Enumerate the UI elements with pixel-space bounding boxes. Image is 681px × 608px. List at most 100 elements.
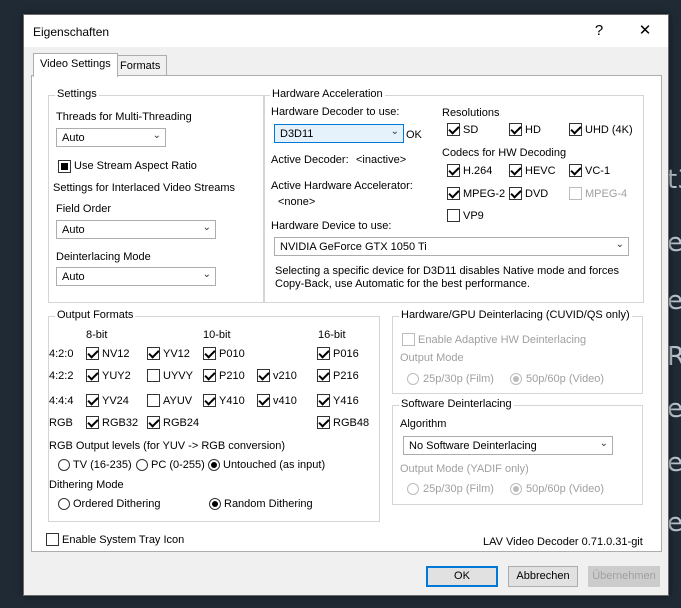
res-uhd-checkbox[interactable] (569, 123, 582, 136)
deint-mode-dropdown[interactable]: Auto ⌄ (56, 267, 216, 286)
codec-mpeg4-checkbox[interactable] (569, 187, 582, 200)
window-title: Eigenschaften (33, 25, 110, 39)
res-sd-checkbox[interactable] (447, 123, 460, 136)
rgb-levels-label: RGB Output levels (for YUV -> RGB conver… (49, 440, 286, 452)
tray-icon-checkbox[interactable] (46, 533, 59, 546)
hw-deint-enable-label: Enable Adaptive HW Deinterlacing (418, 334, 587, 346)
fmt-yuy2-checkbox[interactable] (86, 369, 99, 382)
sw-deint-video-radio[interactable] (510, 483, 522, 495)
hw-deint-video-label: 50p/60p (Video) (526, 373, 605, 385)
col-10bit: 10-bit (203, 329, 231, 341)
background-text: e (667, 228, 681, 258)
hw-deint-title: Hardware/GPU Deinterlacing (CUVID/QS onl… (399, 309, 632, 321)
fmt-yv12-checkbox[interactable] (147, 347, 160, 360)
background-text: e (667, 448, 681, 478)
fmt-nv12-label: NV12 (102, 348, 130, 360)
fmt-y410-checkbox[interactable] (203, 394, 216, 407)
codec-hevc-label: HEVC (525, 165, 556, 177)
active-accel-label: Active Hardware Accelerator: (271, 180, 413, 192)
fmt-p010-checkbox[interactable] (203, 347, 216, 360)
version-label: LAV Video Decoder 0.71.0.31-git (483, 536, 643, 548)
dither-ordered-label: Ordered Dithering (73, 498, 161, 510)
res-sd-label: SD (463, 124, 479, 136)
hw-deint-film-radio[interactable] (407, 373, 419, 385)
stream-aspect-checkbox[interactable] (58, 160, 71, 173)
fmt-v210-checkbox[interactable] (257, 369, 270, 382)
codec-vp9-checkbox[interactable] (447, 209, 460, 222)
fmt-rgb48-label: RGB48 (333, 417, 370, 429)
chevron-down-icon: ⌄ (390, 126, 399, 137)
hw-device-dropdown[interactable]: NVIDIA GeForce GTX 1050 Ti ⌄ (274, 237, 629, 256)
codec-mpeg2-checkbox[interactable] (447, 187, 460, 200)
fmt-nv12-checkbox[interactable] (86, 347, 99, 360)
chevron-down-icon: ⌄ (202, 269, 211, 280)
codec-hevc-checkbox[interactable] (509, 164, 522, 177)
tray-icon-label: Enable System Tray Icon (62, 534, 185, 546)
level-tv-radio[interactable] (58, 459, 70, 471)
fmt-v210-label: v210 (273, 370, 297, 382)
sw-deint-video-label: 50p/60p (Video) (526, 483, 605, 495)
fmt-uyvy-label: UYVY (163, 370, 193, 382)
tab-formats[interactable]: Formats (113, 55, 168, 76)
apply-button[interactable]: Übernehmen (588, 566, 660, 587)
sw-deint-film-label: 25p/30p (Film) (423, 483, 494, 495)
field-order-label: Field Order (56, 203, 112, 215)
cancel-button[interactable]: Abbrechen (508, 566, 578, 587)
codec-h264-checkbox[interactable] (447, 164, 460, 177)
dither-ordered-radio[interactable] (58, 498, 70, 510)
fmt-p216-checkbox[interactable] (317, 369, 330, 382)
codec-mpeg2-label: MPEG-2 (463, 188, 506, 200)
hw-deint-enable-checkbox[interactable] (402, 333, 415, 346)
level-untouched-radio[interactable] (208, 459, 220, 471)
hw-decoder-dropdown[interactable]: D3D11 ⌄ (274, 124, 404, 143)
background-text: R (667, 342, 681, 372)
res-hd-checkbox[interactable] (509, 123, 522, 136)
sw-deint-film-radio[interactable] (407, 483, 419, 495)
field-order-dropdown[interactable]: Auto ⌄ (56, 220, 216, 239)
hw-deint-film-label: 25p/30p (Film) (423, 373, 494, 385)
fmt-ayuv-checkbox[interactable] (147, 394, 160, 407)
fmt-yv12-label: YV12 (163, 348, 190, 360)
ok-button[interactable]: OK (426, 566, 498, 587)
stream-aspect-label: Use Stream Aspect Ratio (74, 160, 197, 172)
sw-deint-title: Software Deinterlacing (399, 398, 514, 410)
fmt-rgb24-label: RGB24 (163, 417, 200, 429)
close-button[interactable]: ✕ (630, 19, 660, 43)
threads-dropdown[interactable]: Auto ⌄ (56, 128, 166, 147)
fmt-yv24-checkbox[interactable] (86, 394, 99, 407)
hw-decoder-label: Hardware Decoder to use: (271, 106, 400, 118)
hw-acceleration-group: Hardware Acceleration Hardware Decoder t… (263, 88, 644, 303)
tab-video-settings[interactable]: Video Settings (33, 53, 118, 77)
tab-panel: Settings Threads for Multi-Threading Aut… (31, 75, 662, 552)
fmt-ayuv-label: AYUV (163, 395, 193, 407)
fmt-rgb32-label: RGB32 (102, 417, 139, 429)
col-8bit: 8-bit (86, 329, 108, 341)
codec-vp9-label: VP9 (463, 210, 484, 222)
codec-mpeg4-label: MPEG-4 (585, 188, 628, 200)
fmt-rgb32-checkbox[interactable] (86, 416, 99, 429)
fmt-uyvy-checkbox[interactable] (147, 369, 160, 382)
properties-dialog: Eigenschaften ? ✕ Video Settings Formats… (23, 14, 669, 596)
dither-random-label: Random Dithering (224, 498, 313, 510)
fmt-p210-checkbox[interactable] (203, 369, 216, 382)
fmt-p016-checkbox[interactable] (317, 347, 330, 360)
help-button[interactable]: ? (584, 19, 614, 43)
level-untouched-label: Untouched (as input) (223, 459, 326, 471)
codec-dvd-label: DVD (525, 188, 549, 200)
background-text: e (667, 508, 681, 538)
hw-deint-group: Hardware/GPU Deinterlacing (CUVID/QS onl… (392, 309, 643, 394)
fmt-y416-checkbox[interactable] (317, 394, 330, 407)
codec-h264-label: H.264 (463, 165, 493, 177)
hw-device-note: Selecting a specific device for D3D11 di… (275, 265, 620, 277)
fmt-yv24-label: YV24 (102, 395, 129, 407)
dither-random-radio[interactable] (209, 498, 221, 510)
fmt-rgb24-checkbox[interactable] (147, 416, 160, 429)
fmt-v410-checkbox[interactable] (257, 394, 270, 407)
level-pc-radio[interactable] (136, 459, 148, 471)
hw-deint-video-radio[interactable] (510, 373, 522, 385)
codec-dvd-checkbox[interactable] (509, 187, 522, 200)
dithering-label: Dithering Mode (49, 479, 124, 491)
fmt-rgb48-checkbox[interactable] (317, 416, 330, 429)
codec-vc1-checkbox[interactable] (569, 164, 582, 177)
sw-deint-algorithm-dropdown[interactable]: No Software Deinterlacing ⌄ (403, 436, 613, 455)
